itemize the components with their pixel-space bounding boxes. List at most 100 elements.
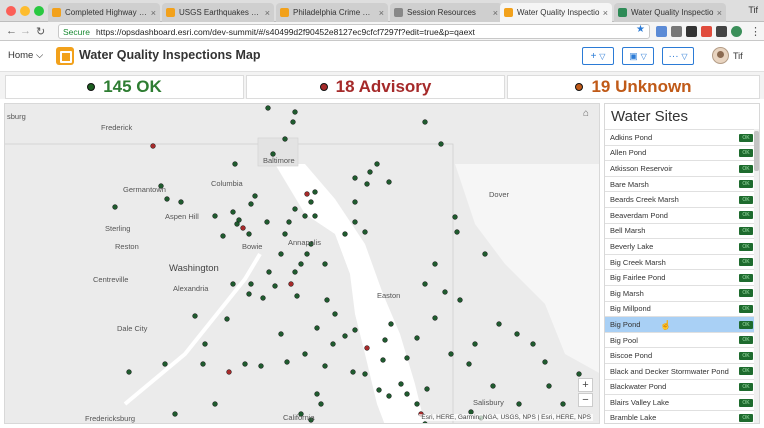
- site-marker[interactable]: [352, 199, 358, 205]
- site-marker[interactable]: [286, 219, 292, 225]
- list-item[interactable]: Big Pond OK: [605, 316, 755, 332]
- browser-tab[interactable]: USGS Earthquakes Dash ×: [162, 3, 274, 22]
- site-marker[interactable]: [314, 325, 320, 331]
- browser-profile[interactable]: Tif: [748, 5, 758, 15]
- site-marker[interactable]: [112, 204, 118, 210]
- list-item[interactable]: Bare Marsh OK: [605, 175, 755, 192]
- site-marker[interactable]: [265, 105, 271, 111]
- site-marker[interactable]: [432, 261, 438, 267]
- site-marker[interactable]: [278, 251, 284, 257]
- site-marker[interactable]: [288, 281, 294, 287]
- browser-tab[interactable]: Water Quality Inspectio ×: [500, 3, 612, 22]
- site-marker[interactable]: [514, 331, 520, 337]
- site-marker[interactable]: [414, 401, 420, 407]
- site-marker[interactable]: [282, 136, 288, 142]
- forward-arrow-icon[interactable]: →: [20, 25, 31, 37]
- list-item[interactable]: Beards Creek Marsh OK: [605, 191, 755, 207]
- site-marker[interactable]: [490, 383, 496, 389]
- site-marker[interactable]: [292, 206, 298, 212]
- site-marker[interactable]: [560, 401, 566, 407]
- site-marker[interactable]: [472, 341, 478, 347]
- site-marker[interactable]: [330, 341, 336, 347]
- site-marker[interactable]: [226, 369, 232, 375]
- site-marker[interactable]: [224, 316, 230, 322]
- browser-tab[interactable]: Philadelphia Crime Dash ×: [276, 3, 388, 22]
- site-marker[interactable]: [266, 269, 272, 275]
- site-marker[interactable]: [414, 335, 420, 341]
- site-marker[interactable]: [126, 369, 132, 375]
- tab-close-icon[interactable]: ×: [603, 8, 608, 18]
- more-options-button[interactable]: ··· ▽: [662, 47, 694, 65]
- site-marker[interactable]: [302, 351, 308, 357]
- site-marker[interactable]: [264, 219, 270, 225]
- extension-icon[interactable]: [716, 26, 727, 37]
- site-marker[interactable]: [322, 363, 328, 369]
- site-marker[interactable]: [362, 371, 368, 377]
- extension-icon[interactable]: [656, 26, 667, 37]
- site-marker[interactable]: [364, 181, 370, 187]
- site-marker[interactable]: [374, 161, 380, 167]
- zoom-out-button[interactable]: −: [578, 393, 593, 407]
- browser-menu-icon[interactable]: ⋮: [750, 25, 761, 38]
- site-marker[interactable]: [220, 233, 226, 239]
- site-marker[interactable]: [318, 401, 324, 407]
- minimize-window-button[interactable]: [20, 6, 30, 16]
- back-arrow-icon[interactable]: ←: [6, 25, 17, 37]
- add-element-button[interactable]: + ▽: [582, 47, 614, 65]
- site-marker[interactable]: [248, 281, 254, 287]
- list-item[interactable]: Big Creek Marsh OK: [605, 253, 755, 270]
- site-marker[interactable]: [302, 213, 308, 219]
- site-marker[interactable]: [352, 327, 358, 333]
- indicator-unknown[interactable]: 19 Unknown: [507, 75, 760, 99]
- site-marker[interactable]: [466, 361, 472, 367]
- site-marker[interactable]: [342, 333, 348, 339]
- bookmark-star-icon[interactable]: ★: [636, 24, 645, 35]
- list-item[interactable]: Atkisson Reservoir OK: [605, 160, 755, 176]
- list-item[interactable]: Blackwater Pond OK: [605, 378, 755, 395]
- site-marker[interactable]: [312, 189, 318, 195]
- list-scrollbar[interactable]: [754, 129, 759, 423]
- list-item[interactable]: Beaverdam Pond OK: [605, 206, 755, 223]
- save-button[interactable]: ▣ ▽: [622, 47, 654, 65]
- site-marker[interactable]: [362, 229, 368, 235]
- site-marker[interactable]: [312, 213, 318, 219]
- site-marker[interactable]: [386, 179, 392, 185]
- site-marker[interactable]: [380, 357, 386, 363]
- list-item[interactable]: Big Pool OK: [605, 331, 755, 348]
- home-menu-button[interactable]: Home ⌵: [8, 50, 43, 61]
- browser-tab[interactable]: Session Resources ×: [390, 3, 502, 22]
- site-marker[interactable]: [308, 199, 314, 205]
- site-marker[interactable]: [376, 387, 382, 393]
- site-marker[interactable]: [292, 269, 298, 275]
- zoom-in-button[interactable]: +: [578, 378, 593, 392]
- site-marker[interactable]: [240, 225, 246, 231]
- list-item[interactable]: Big Fairlee Pond OK: [605, 269, 755, 285]
- site-marker[interactable]: [350, 369, 356, 375]
- site-marker[interactable]: [546, 383, 552, 389]
- scrollbar-thumb[interactable]: [754, 131, 759, 171]
- site-marker[interactable]: [202, 341, 208, 347]
- site-marker[interactable]: [382, 337, 388, 343]
- list-item[interactable]: Blairs Valley Lake OK: [605, 394, 755, 410]
- list-item[interactable]: Adkins Pond OK: [605, 129, 755, 145]
- site-marker[interactable]: [322, 261, 328, 267]
- site-marker[interactable]: [150, 143, 156, 149]
- site-marker[interactable]: [398, 381, 404, 387]
- map-home-icon[interactable]: ⌂: [579, 108, 593, 122]
- url-field[interactable]: Secure https://opsdashboard.esri.com/dev…: [58, 24, 650, 39]
- list-item[interactable]: Big Millpond OK: [605, 300, 755, 317]
- list-item[interactable]: Bell Marsh OK: [605, 222, 755, 239]
- map-view[interactable]: Frederick Baltimore Germantown Columbia Aspe…: [4, 103, 600, 424]
- site-marker[interactable]: [252, 193, 258, 199]
- site-marker[interactable]: [404, 355, 410, 361]
- list-item[interactable]: Black and Decker Stormwater Pond OK: [605, 362, 755, 379]
- site-marker[interactable]: [294, 293, 300, 299]
- site-marker[interactable]: [290, 119, 296, 125]
- site-marker[interactable]: [388, 321, 394, 327]
- site-marker[interactable]: [352, 175, 358, 181]
- site-list[interactable]: Adkins Pond OK Allen Pond OK Atkisson Reserv…: [605, 129, 755, 423]
- site-marker[interactable]: [422, 421, 428, 424]
- site-marker[interactable]: [352, 219, 358, 225]
- site-marker[interactable]: [164, 196, 170, 202]
- reload-icon[interactable]: ↻: [36, 25, 45, 38]
